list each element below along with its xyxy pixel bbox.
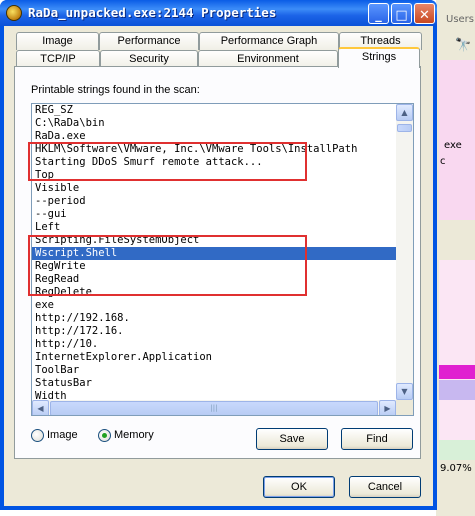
close-icon: ✕ <box>419 8 430 23</box>
list-item[interactable]: http://192.168. <box>32 312 396 325</box>
vertical-scrollbar[interactable]: ▲ ▼ <box>396 104 413 400</box>
tab-performance[interactable]: Performance <box>99 32 199 50</box>
find-button-label: Find <box>366 433 388 445</box>
list-item[interactable]: Visible <box>32 182 396 195</box>
chevron-up-icon: ▲ <box>401 108 408 117</box>
annotation-box <box>28 142 307 181</box>
radio-selected-dot <box>102 433 107 438</box>
radio-circle <box>98 429 111 442</box>
window-title: RaDa_unpacked.exe:2144 Properties <box>28 5 277 20</box>
background-percent: 9.07% <box>440 463 472 474</box>
scroll-right-button[interactable]: ▶ <box>379 400 396 415</box>
list-item[interactable]: Left <box>32 221 396 234</box>
tab-performance-graph[interactable]: Performance Graph <box>199 32 339 50</box>
background-row-highlight <box>439 365 475 379</box>
cancel-button[interactable]: Cancel <box>349 476 421 498</box>
radio-circle <box>31 429 44 442</box>
tab-image[interactable]: Image <box>16 32 99 50</box>
list-item[interactable]: InternetExplorer.Application <box>32 351 396 364</box>
tab-strings[interactable]: Strings <box>338 47 420 68</box>
strings-list-label: Printable strings found in the scan: <box>31 84 200 96</box>
scrollbar-corner <box>396 400 413 415</box>
scroll-left-button[interactable]: ◀ <box>32 400 49 415</box>
list-item[interactable]: http://172.16. <box>32 325 396 338</box>
background-row <box>439 380 475 400</box>
background-text: exe <box>444 140 462 151</box>
horizontal-scrollbar[interactable]: ◀ ||| ▶ <box>32 400 396 415</box>
background-pane <box>439 260 475 450</box>
maximize-icon: □ <box>395 8 408 23</box>
radio-image-label: Image <box>47 429 78 441</box>
ok-button-label: OK <box>291 481 307 493</box>
chevron-left-icon: ◀ <box>37 404 44 413</box>
list-item[interactable]: REG_SZ <box>32 104 396 117</box>
background-users-label: Users <box>446 14 475 25</box>
binoculars-icon: 🔭 <box>455 38 472 53</box>
minimize-icon: _ <box>375 8 382 23</box>
maximize-button[interactable]: □ <box>391 3 412 24</box>
find-button[interactable]: Find <box>341 428 413 450</box>
radio-memory-label: Memory <box>114 429 154 441</box>
chevron-right-icon: ▶ <box>384 404 391 413</box>
list-item[interactable]: --gui <box>32 208 396 221</box>
list-item[interactable]: http://10. <box>32 338 396 351</box>
annotation-box <box>28 235 307 296</box>
list-item[interactable]: StatusBar <box>32 377 396 390</box>
close-button[interactable]: ✕ <box>414 3 435 24</box>
minimize-button[interactable]: _ <box>368 3 389 24</box>
vertical-scroll-thumb[interactable] <box>397 124 412 132</box>
title-bar[interactable]: RaDa_unpacked.exe:2144 Properties _ □ ✕ <box>0 0 437 26</box>
list-item[interactable]: exe <box>32 299 396 312</box>
background-text: c <box>440 156 446 167</box>
list-item[interactable]: C:\RaDa\bin <box>32 117 396 130</box>
list-item[interactable]: --period <box>32 195 396 208</box>
chevron-down-icon: ▼ <box>401 387 408 396</box>
background-app <box>436 0 475 516</box>
ok-button[interactable]: OK <box>263 476 335 498</box>
background-row <box>439 440 475 460</box>
save-button-label: Save <box>279 433 305 445</box>
save-button[interactable]: Save <box>256 428 328 450</box>
list-item[interactable]: ToolBar <box>32 364 396 377</box>
scroll-down-button[interactable]: ▼ <box>396 383 413 400</box>
cancel-button-label: Cancel <box>367 481 403 493</box>
horizontal-scroll-thumb[interactable]: ||| <box>50 401 378 415</box>
scroll-up-button[interactable]: ▲ <box>396 104 413 121</box>
process-icon <box>6 5 22 21</box>
